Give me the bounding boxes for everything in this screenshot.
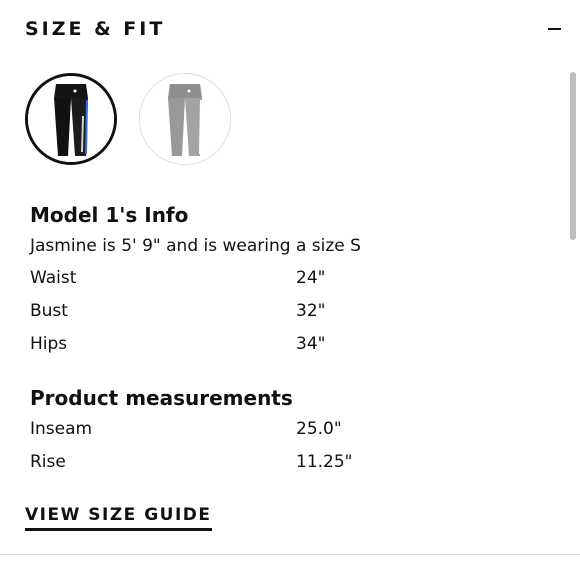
collapse-minus-icon[interactable] (546, 20, 564, 38)
measurement-value: 24" (296, 268, 326, 288)
leggings-black-swatch[interactable] (25, 73, 117, 165)
scrollbar-thumb[interactable] (570, 72, 576, 240)
measurement-label: Hips (30, 334, 68, 354)
model-info-heading: Model 1's Info (30, 203, 189, 227)
view-size-guide-link[interactable]: VIEW SIZE GUIDE (25, 504, 212, 531)
measurement-value: 32" (296, 301, 326, 321)
measurement-value: 11.25" (296, 452, 353, 472)
product-measurements-heading: Product measurements (30, 386, 293, 410)
model-info-description: Jasmine is 5' 9" and is wearing a size S (30, 236, 361, 256)
size-fit-header-title: SIZE & FIT (25, 18, 166, 40)
measurement-label: Rise (30, 452, 66, 472)
section-divider (0, 554, 580, 555)
leggings-grey-swatch[interactable] (139, 73, 231, 165)
leggings-grey-image (140, 74, 230, 164)
measurement-label: Inseam (30, 419, 93, 439)
leggings-black-image (28, 76, 114, 162)
measurement-label: Waist (30, 268, 77, 288)
measurement-label: Bust (30, 301, 68, 321)
measurement-value: 34" (296, 334, 326, 354)
measurement-value: 25.0" (296, 419, 342, 439)
